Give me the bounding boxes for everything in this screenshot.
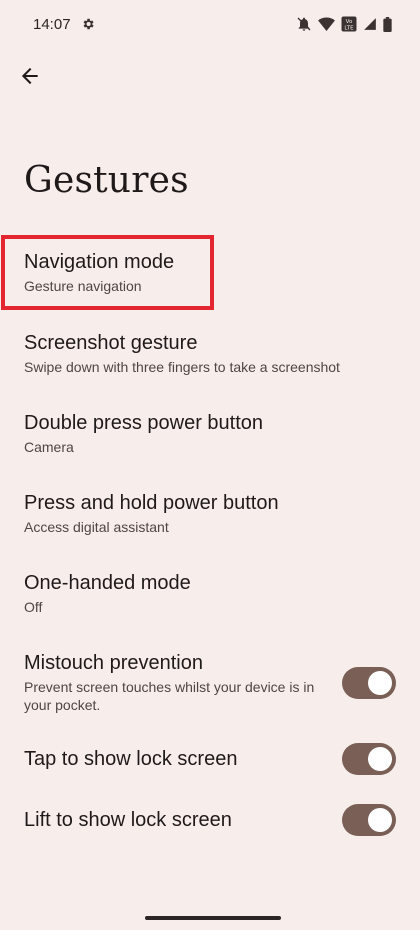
- battery-icon: [383, 16, 392, 32]
- home-indicator[interactable]: [145, 916, 281, 920]
- setting-title: Navigation mode: [24, 251, 175, 273]
- mute-icon: [296, 16, 312, 32]
- wifi-icon: [318, 17, 335, 31]
- setting-summary: Prevent screen touches whilst your devic…: [24, 679, 315, 713]
- toggle-knob: [368, 808, 392, 832]
- setting-title: Double press power button: [24, 412, 264, 434]
- signal-icon: [363, 17, 377, 31]
- setting-summary: Access digital assistant: [24, 519, 169, 535]
- status-bar: 14:07 Vo LTE: [0, 0, 420, 48]
- toggle-text: Lift to show lock screen: [24, 804, 232, 836]
- page-title: Gestures: [24, 160, 189, 201]
- setting-title: Mistouch prevention: [24, 652, 203, 674]
- lift-lock-screen-toggle[interactable]: [342, 804, 396, 836]
- setting-title: Tap to show lock screen: [24, 748, 238, 770]
- setting-lift-lock-screen[interactable]: Lift to show lock screen: [0, 804, 420, 836]
- back-button[interactable]: [12, 60, 48, 96]
- toggle-text: Mistouch prevention Prevent screen touch…: [24, 651, 334, 714]
- tap-lock-screen-toggle[interactable]: [342, 743, 396, 775]
- setting-double-press-power[interactable]: Double press power button Camera: [0, 411, 420, 456]
- setting-press-hold-power[interactable]: Press and hold power button Access digit…: [0, 491, 420, 536]
- svg-text:Vo: Vo: [346, 19, 353, 25]
- setting-screenshot-gesture[interactable]: Screenshot gesture Swipe down with three…: [0, 331, 420, 376]
- setting-mistouch-prevention[interactable]: Mistouch prevention Prevent screen touch…: [0, 651, 420, 714]
- setting-title: Screenshot gesture: [24, 332, 198, 354]
- toggle-knob: [368, 747, 392, 771]
- setting-one-handed-mode[interactable]: One-handed mode Off: [0, 571, 420, 616]
- toggle-text: Tap to show lock screen: [24, 743, 237, 775]
- setting-title: One-handed mode: [24, 572, 191, 594]
- status-time: 14:07: [33, 15, 71, 33]
- mistouch-toggle[interactable]: [342, 666, 396, 699]
- toggle-knob: [368, 670, 392, 695]
- status-left: 14:07: [33, 16, 95, 33]
- setting-summary: Swipe down with three fingers to take a …: [24, 359, 340, 375]
- setting-title: Lift to show lock screen: [24, 809, 232, 831]
- status-right: Vo LTE: [296, 16, 392, 32]
- volte-icon: Vo LTE: [341, 16, 357, 32]
- setting-tap-lock-screen[interactable]: Tap to show lock screen: [0, 743, 420, 775]
- setting-summary: Camera: [24, 439, 74, 455]
- setting-navigation-mode[interactable]: Navigation mode Gesture navigation: [0, 250, 420, 295]
- setting-summary: Off: [24, 599, 43, 615]
- setting-summary: Gesture navigation: [24, 278, 142, 294]
- arrow-left-icon: [20, 66, 40, 91]
- svg-text:LTE: LTE: [344, 26, 354, 32]
- setting-title: Press and hold power button: [24, 492, 279, 514]
- gear-icon: [81, 17, 95, 31]
